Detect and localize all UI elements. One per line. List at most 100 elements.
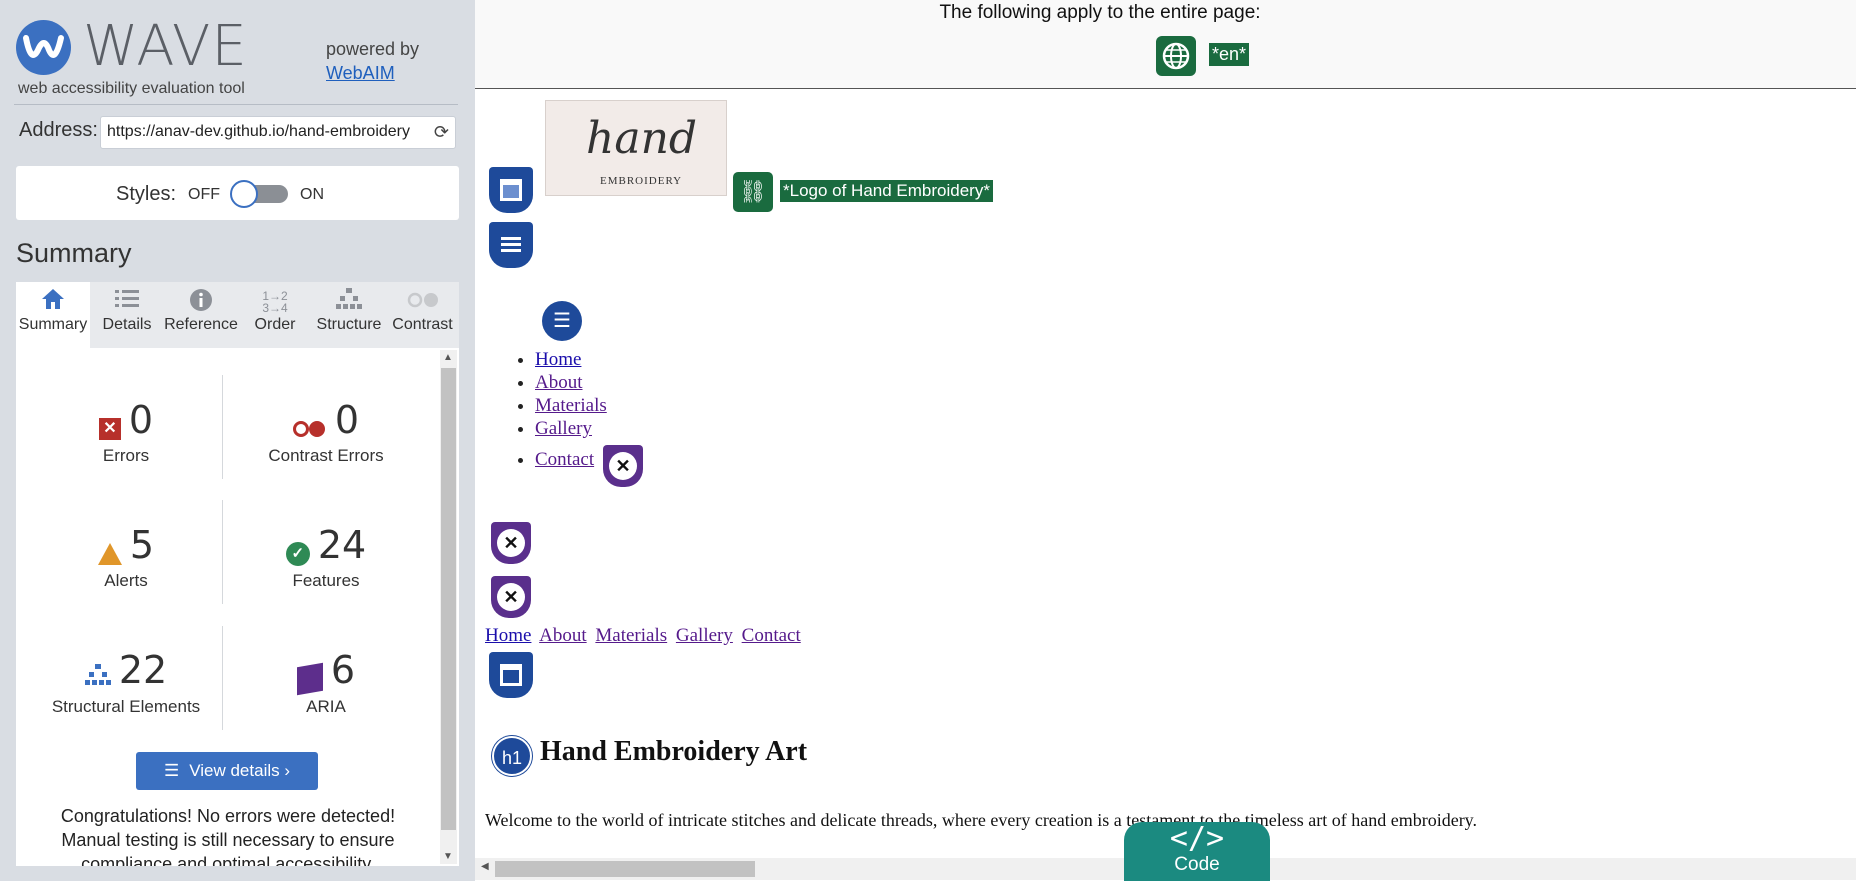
- stat-alerts[interactable]: 5 Alerts: [26, 523, 226, 591]
- alert-icon: [97, 542, 122, 565]
- intro-paragraph: Welcome to the world of intricate stitch…: [485, 810, 1478, 830]
- alerts-label: Alerts: [104, 571, 148, 590]
- tab-reference[interactable]: Reference: [164, 282, 238, 348]
- view-details-label: View details ›: [189, 761, 291, 780]
- tab-structure[interactable]: Structure: [312, 282, 386, 348]
- stat-features[interactable]: ✓ 24 Features: [226, 523, 426, 591]
- tab-label: Summary: [18, 316, 88, 333]
- unordered-list-icon[interactable]: ☰: [542, 301, 582, 341]
- tab-label: Contrast: [392, 316, 453, 333]
- list-icon: ☰: [163, 761, 180, 780]
- styles-toggle-card: Styles: OFF ON: [16, 166, 459, 220]
- home-icon: [16, 282, 90, 316]
- powered-by: powered by WebAIM: [326, 37, 419, 85]
- list-item: Gallery: [535, 417, 607, 440]
- aria-hidden-icon[interactable]: ✕: [491, 576, 531, 618]
- webaim-link[interactable]: WebAIM: [326, 61, 419, 85]
- tab-label: Order: [254, 316, 296, 333]
- hnav-link-about[interactable]: About: [539, 625, 587, 646]
- list-item: Home: [535, 348, 607, 371]
- styles-off-label: OFF: [188, 186, 220, 203]
- wave-logo-icon: [16, 20, 71, 75]
- errors-label: Errors: [102, 446, 150, 465]
- hnav-link-gallery[interactable]: Gallery: [676, 625, 733, 646]
- tab-summary[interactable]: Summary: [16, 282, 90, 348]
- close-icon: ✕: [609, 452, 637, 480]
- language-label: *en*: [1209, 43, 1250, 66]
- reload-icon[interactable]: ⟳: [434, 122, 449, 143]
- tab-label: Details: [102, 316, 152, 333]
- errors-count: 0: [128, 398, 154, 442]
- tab-details[interactable]: Details: [90, 282, 164, 348]
- globe-icon[interactable]: [1156, 36, 1196, 76]
- nav-link-about[interactable]: About: [535, 372, 583, 393]
- order-icon: 1→2 3→4: [262, 289, 288, 315]
- logo-hand-text: hand: [586, 113, 698, 164]
- address-label: Address:: [19, 119, 98, 141]
- address-value[interactable]: https://anav-dev.github.io/hand-embroide…: [107, 123, 425, 141]
- toggle-knob[interactable]: [230, 180, 258, 208]
- styles-label: Styles:: [116, 183, 177, 205]
- nav-link-home[interactable]: Home: [535, 349, 581, 370]
- list-item: About: [535, 371, 607, 394]
- aria-count: 6: [330, 648, 356, 692]
- alerts-count: 5: [129, 523, 155, 567]
- h1-badge-icon[interactable]: h1: [492, 736, 532, 776]
- stat-structural[interactable]: 22 Structural Elements: [26, 648, 226, 717]
- divider: [14, 104, 458, 105]
- horizontal-nav: Home About Materials Gallery Contact: [485, 625, 805, 647]
- contrast-errors-label: Contrast Errors: [268, 446, 384, 465]
- aria-icon: [296, 662, 323, 696]
- stat-contrast-errors[interactable]: 0 Contrast Errors: [226, 398, 426, 466]
- linked-image-icon[interactable]: ⛓: [733, 172, 773, 212]
- tab-label: Reference: [164, 316, 238, 333]
- nav-link-materials[interactable]: Materials: [535, 395, 607, 416]
- scroll-up-icon[interactable]: ▲: [443, 352, 453, 363]
- header-region-icon[interactable]: [489, 167, 533, 213]
- address-input[interactable]: https://anav-dev.github.io/hand-embroide…: [100, 116, 456, 149]
- contrast-error-icon: [292, 420, 327, 437]
- styles-on-label: ON: [300, 186, 324, 203]
- hnav-link-contact[interactable]: Contact: [742, 625, 801, 646]
- scroll-thumb[interactable]: [495, 861, 755, 877]
- summary-panel: ✕ 0 Errors 0 Contrast Errors 5 Alerts ✓ 24…: [16, 348, 459, 866]
- tab-label: Structure: [316, 316, 382, 333]
- navigation-region-icon[interactable]: [489, 222, 533, 268]
- feature-icon: ✓: [285, 541, 310, 566]
- powered-by-text: powered by: [326, 39, 420, 59]
- tab-contrast[interactable]: Contrast: [386, 282, 459, 348]
- view-details-button[interactable]: ☰ View details ›: [136, 752, 318, 790]
- tab-order[interactable]: 1→2 3→4 Order: [238, 282, 312, 348]
- congrats-message: Congratulations! No errors were detected…: [60, 806, 396, 866]
- list-icon: [90, 282, 164, 316]
- scroll-left-icon[interactable]: ◀: [481, 861, 489, 872]
- nav-list: Home About Materials Gallery Contact: [517, 348, 607, 471]
- nav-link-contact[interactable]: Contact: [535, 449, 594, 470]
- error-icon: ✕: [98, 417, 121, 440]
- summary-heading: Summary: [16, 238, 132, 268]
- stat-errors[interactable]: ✕ 0 Errors: [26, 398, 226, 466]
- close-icon: ✕: [497, 529, 525, 557]
- aria-hidden-icon[interactable]: ✕: [491, 522, 531, 564]
- info-icon: [164, 282, 238, 316]
- nav-link-gallery[interactable]: Gallery: [535, 418, 592, 439]
- scroll-thumb[interactable]: [441, 368, 456, 830]
- logo-image: hand EMBROIDERY: [545, 100, 727, 196]
- logo-embroidery-text: EMBROIDERY: [600, 175, 683, 187]
- code-toggle-button[interactable]: </> Code: [1124, 822, 1270, 881]
- panel-scrollbar[interactable]: ▲ ▼: [440, 350, 457, 864]
- evaluated-page: The following apply to the entire page: …: [475, 0, 1856, 881]
- hnav-link-materials[interactable]: Materials: [595, 625, 667, 646]
- aria-hidden-icon[interactable]: ✕: [603, 445, 643, 487]
- hnav-link-home[interactable]: Home: [485, 625, 531, 646]
- close-icon: ✕: [497, 583, 525, 611]
- wave-sidebar: WAVE web accessibility evaluation tool p…: [0, 0, 475, 881]
- page-wide-text: The following apply to the entire page:: [939, 2, 1261, 23]
- stat-aria[interactable]: 6 ARIA: [226, 648, 426, 717]
- scroll-down-icon[interactable]: ▼: [443, 851, 453, 862]
- page-heading: Hand Embroidery Art: [540, 736, 808, 767]
- styles-toggle[interactable]: [230, 180, 288, 208]
- features-count: 24: [317, 523, 367, 567]
- code-label: Code: [1174, 854, 1220, 875]
- main-region-icon[interactable]: [489, 652, 533, 698]
